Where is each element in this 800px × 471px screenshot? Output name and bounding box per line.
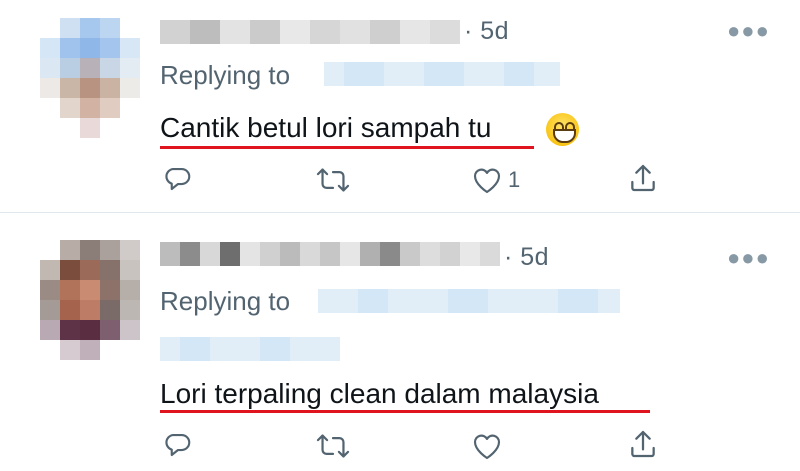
more-options-icon[interactable]: ●●● <box>727 18 770 44</box>
reply-icon[interactable] <box>163 430 193 460</box>
replying-to-label: Replying to <box>160 60 291 90</box>
retweet-icon[interactable] <box>316 165 350 195</box>
grinning-face-emoji-icon <box>546 113 579 146</box>
replying-to-label: Replying to <box>160 286 291 316</box>
timestamp[interactable]: · 5d <box>464 17 509 46</box>
avatar[interactable] <box>40 18 140 138</box>
reply-tweet[interactable]: · 5d ●●● Replying to Cantik betul lori s… <box>0 0 800 212</box>
like-icon[interactable] <box>471 165 503 195</box>
replying-to-handle[interactable] <box>318 289 620 313</box>
reply-tweet[interactable]: · 5d ●●● Replying to Lori terpaling clea… <box>0 213 800 471</box>
reply-icon[interactable] <box>163 164 193 194</box>
share-icon[interactable] <box>627 162 659 194</box>
tweet-text: Cantik betul lori sampah tu <box>160 112 492 143</box>
red-underline-annotation <box>160 410 650 413</box>
replying-to-handle-continued[interactable] <box>160 337 340 361</box>
display-name[interactable] <box>160 20 460 44</box>
retweet-icon[interactable] <box>316 431 350 461</box>
tweet-text: Lori terpaling clean dalam malaysia <box>160 378 599 409</box>
share-icon[interactable] <box>627 428 659 460</box>
like-icon[interactable] <box>471 431 503 461</box>
like-count: 1 <box>508 167 521 192</box>
display-name[interactable] <box>160 242 500 266</box>
replying-to-handle[interactable] <box>324 62 560 86</box>
more-options-icon[interactable]: ●●● <box>727 245 770 271</box>
red-underline-annotation <box>160 146 534 149</box>
timestamp[interactable]: · 5d <box>504 243 549 272</box>
avatar[interactable] <box>40 240 140 360</box>
